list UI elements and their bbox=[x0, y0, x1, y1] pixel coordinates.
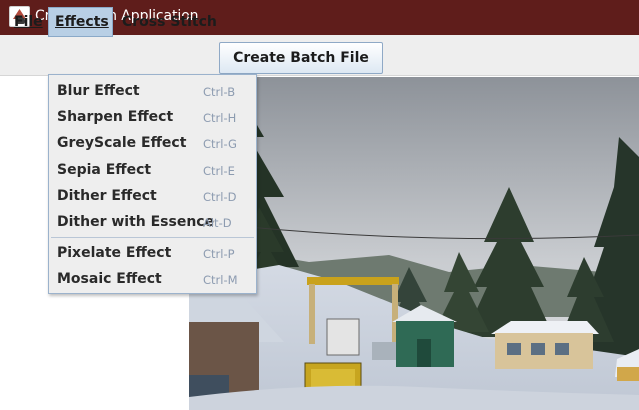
menu-item-shortcut: Ctrl-H bbox=[203, 111, 237, 125]
menu-file-label: File bbox=[14, 14, 43, 30]
menu-item-label: Sepia Effect bbox=[57, 162, 152, 178]
menu-item-sharpen-effect[interactable]: Sharpen Effect Ctrl-H bbox=[49, 105, 256, 131]
menu-item-shortcut: Ctrl-P bbox=[203, 247, 235, 261]
menu-item-shortcut: Ctrl-G bbox=[203, 137, 237, 151]
menu-item-label: Mosaic Effect bbox=[57, 271, 162, 287]
menu-item-shortcut: Alt-D bbox=[203, 216, 232, 230]
effects-dropdown-menu: Blur Effect Ctrl-B Sharpen Effect Ctrl-H… bbox=[48, 74, 257, 294]
menu-item-shortcut: Ctrl-M bbox=[203, 273, 238, 287]
menu-item-label: GreyScale Effect bbox=[57, 135, 187, 151]
create-batch-file-button[interactable]: Create Batch File bbox=[219, 42, 383, 74]
menu-item-label: Dither with Essence bbox=[57, 214, 215, 230]
menu-item-greyscale-effect[interactable]: GreyScale Effect Ctrl-G bbox=[49, 131, 256, 157]
menu-item-shortcut: Ctrl-D bbox=[203, 190, 237, 204]
menu-item-sepia-effect[interactable]: Sepia Effect Ctrl-E bbox=[49, 158, 256, 184]
menu-item-shortcut: Ctrl-E bbox=[203, 164, 235, 178]
menu-file[interactable]: File bbox=[8, 7, 49, 37]
menu-effects-label: Effects bbox=[55, 14, 109, 30]
menu-item-mosaic-effect[interactable]: Mosaic Effect Ctrl-M bbox=[49, 267, 256, 293]
menu-item-label: Pixelate Effect bbox=[57, 245, 172, 261]
menu-cross-stitch-label: Cross Stitch bbox=[122, 14, 217, 30]
menu-item-dither-with-essence[interactable]: Dither with Essence Alt-D bbox=[49, 210, 256, 236]
menu-cross-stitch[interactable]: Cross Stitch bbox=[116, 7, 223, 37]
menu-item-shortcut: Ctrl-B bbox=[203, 85, 236, 99]
menu-item-label: Blur Effect bbox=[57, 83, 140, 99]
menu-item-blur-effect[interactable]: Blur Effect Ctrl-B bbox=[49, 79, 256, 105]
menu-item-pixelate-effect[interactable]: Pixelate Effect Ctrl-P bbox=[49, 241, 256, 267]
menu-item-label: Dither Effect bbox=[57, 188, 157, 204]
menu-separator bbox=[51, 237, 254, 238]
menu-item-dither-effect[interactable]: Dither Effect Ctrl-D bbox=[49, 184, 256, 210]
menu-effects[interactable]: Effects bbox=[48, 7, 113, 37]
create-batch-file-label: Create Batch File bbox=[233, 50, 369, 66]
menu-item-label: Sharpen Effect bbox=[57, 109, 174, 125]
